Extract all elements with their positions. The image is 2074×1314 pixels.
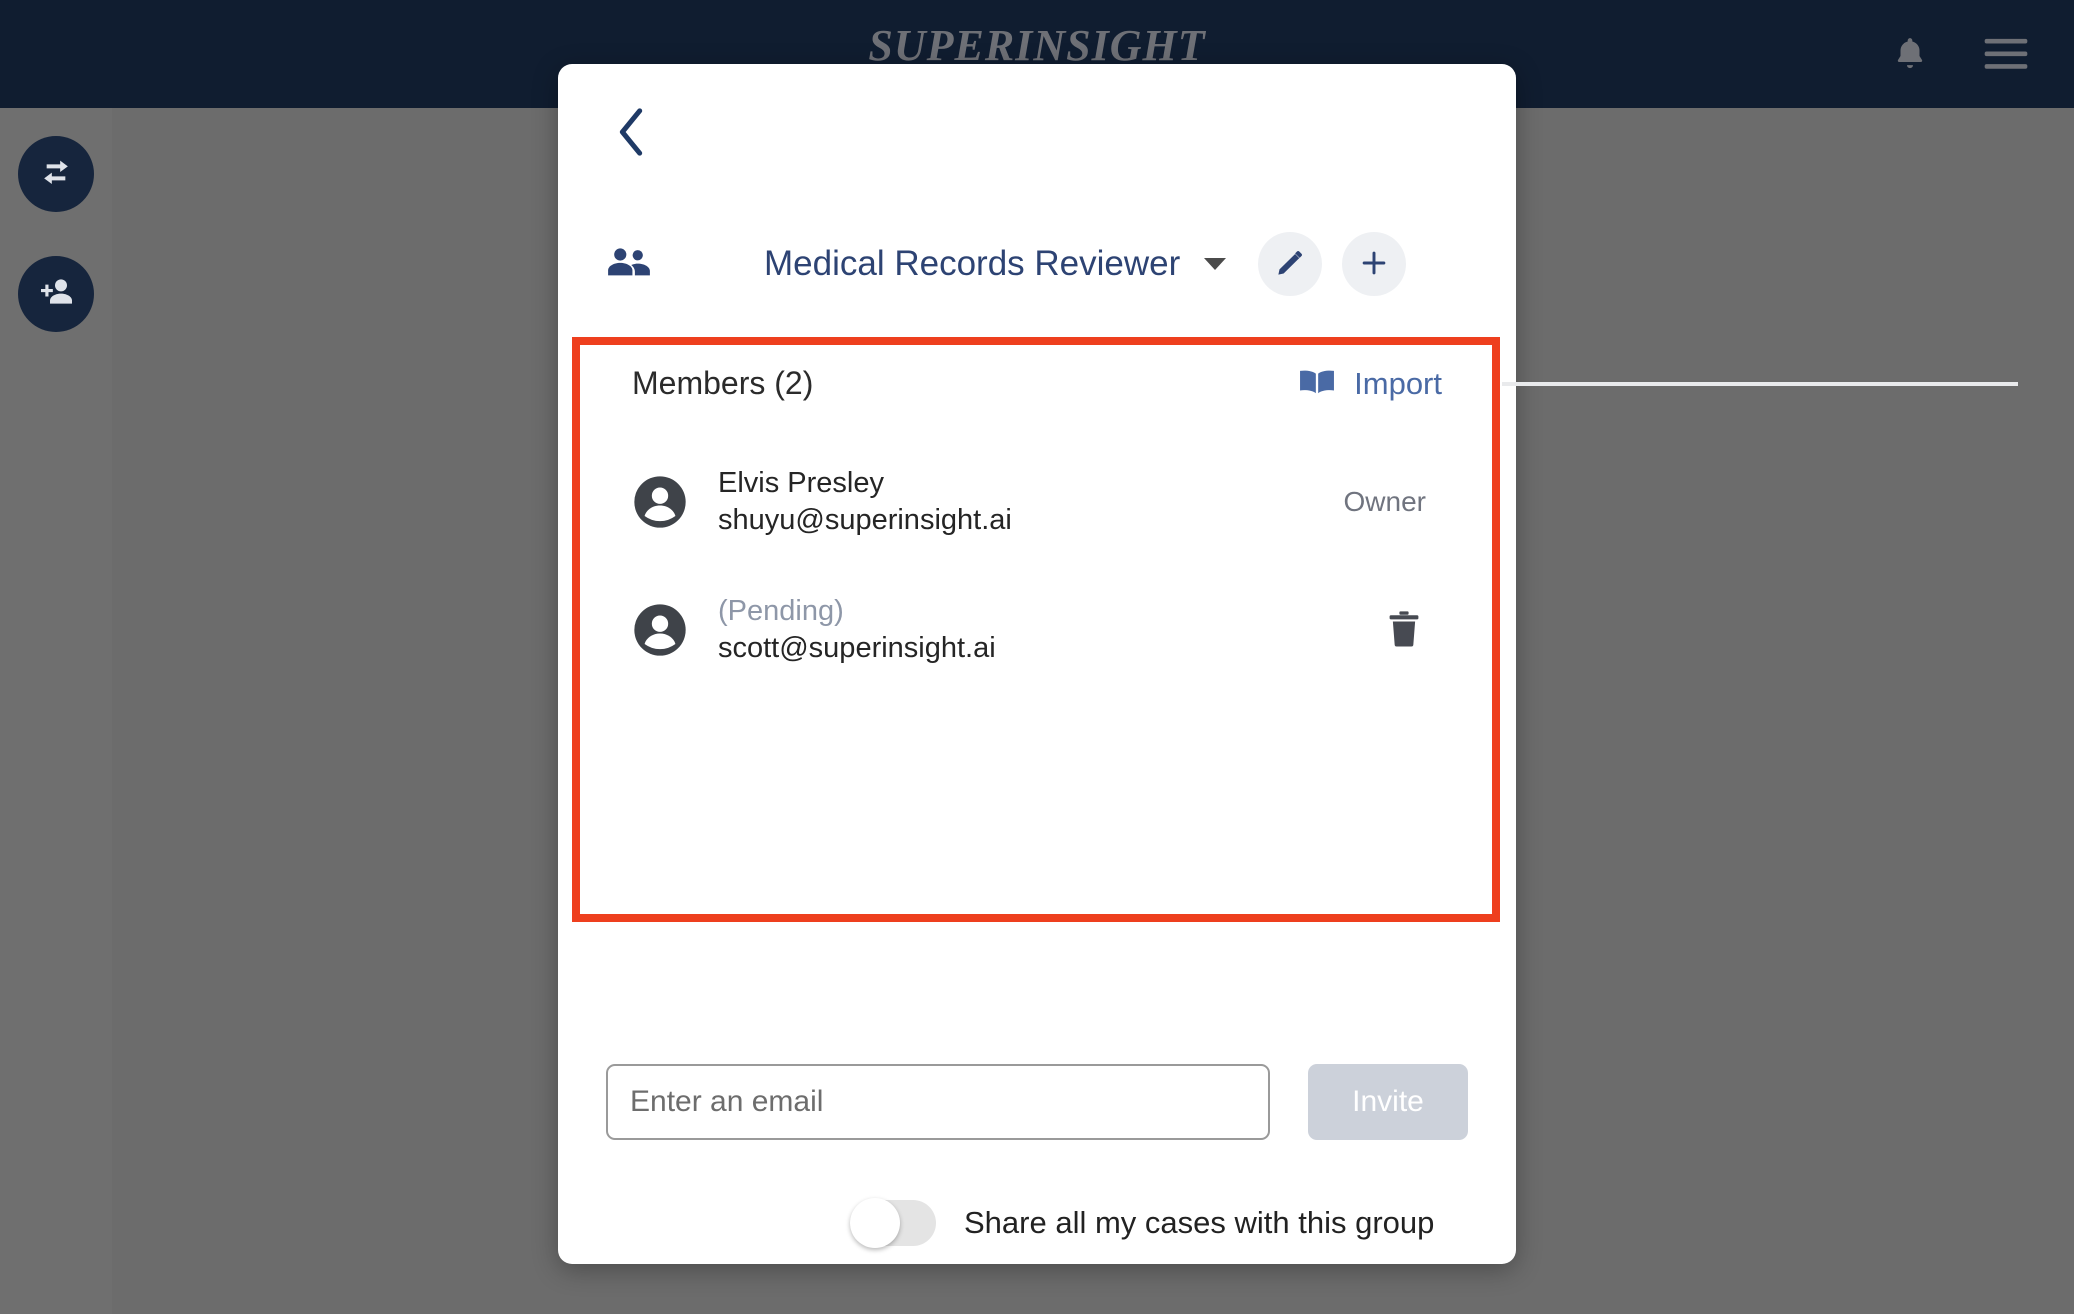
share-cases-label: Share all my cases with this group xyxy=(964,1205,1435,1240)
edit-group-button[interactable] xyxy=(1258,232,1323,296)
open-book-icon xyxy=(1298,367,1336,400)
member-name: Elvis Presley xyxy=(718,466,884,499)
app-root: SUPERINSIGHT Medical Records Reviewer Me… xyxy=(0,0,2074,1314)
plus-icon xyxy=(1358,247,1390,282)
pencil-icon xyxy=(1275,248,1305,281)
chevron-left-icon xyxy=(615,107,649,162)
share-cases-toggle[interactable] xyxy=(850,1198,936,1248)
member-email: shuyu@superinsight.ai xyxy=(718,504,1012,536)
member-email: scott@superinsight.ai xyxy=(718,632,996,664)
members-count-label: Members (2) xyxy=(632,365,814,401)
hamburger-menu-icon[interactable] xyxy=(1984,38,2028,70)
import-button[interactable]: Import xyxy=(1298,366,1442,402)
trash-icon xyxy=(1386,609,1422,652)
member-details: (Pending) scott@superinsight.ai xyxy=(718,595,1386,665)
back-button[interactable] xyxy=(604,106,660,162)
member-details: Elvis Presley shuyu@superinsight.ai xyxy=(718,467,1344,537)
email-field[interactable] xyxy=(606,1064,1270,1140)
group-title: Medical Records Reviewer xyxy=(764,244,1181,283)
member-status-label: (Pending) xyxy=(718,594,844,627)
group-header: Medical Records Reviewer xyxy=(604,228,1470,300)
swap-arrows-icon xyxy=(36,152,76,197)
topbar-actions xyxy=(1890,0,2028,108)
person-avatar-icon xyxy=(632,602,688,658)
invite-row: Invite xyxy=(606,1064,1468,1140)
import-label: Import xyxy=(1354,365,1442,401)
person-avatar-icon xyxy=(632,474,688,530)
delete-member-button[interactable] xyxy=(1386,609,1422,652)
table-row[interactable]: Elvis Presley shuyu@superinsight.ai Owne… xyxy=(632,459,1442,545)
member-role-badge: Owner xyxy=(1343,486,1426,517)
members-panel: Members (2) Import Elvis Presley shuyu@s… xyxy=(572,337,1502,922)
sidebar-item-compare[interactable] xyxy=(18,136,94,212)
toggle-knob xyxy=(850,1198,900,1248)
members-header-row: Members (2) Import xyxy=(632,365,1442,402)
add-person-icon xyxy=(36,272,76,317)
caret-down-icon[interactable] xyxy=(1204,258,1227,270)
table-row[interactable]: (Pending) scott@superinsight.ai xyxy=(632,587,1442,673)
left-rail xyxy=(0,108,112,1314)
invite-button[interactable]: Invite xyxy=(1308,1064,1468,1140)
share-cases-row: Share all my cases with this group xyxy=(850,1198,1435,1248)
people-group-icon xyxy=(604,245,658,283)
bell-icon[interactable] xyxy=(1890,32,1930,76)
sidebar-item-add-person[interactable] xyxy=(18,256,94,332)
group-members-dialog: Medical Records Reviewer Members (2) Imp… xyxy=(558,64,2018,1264)
add-member-button[interactable] xyxy=(1342,232,1407,296)
